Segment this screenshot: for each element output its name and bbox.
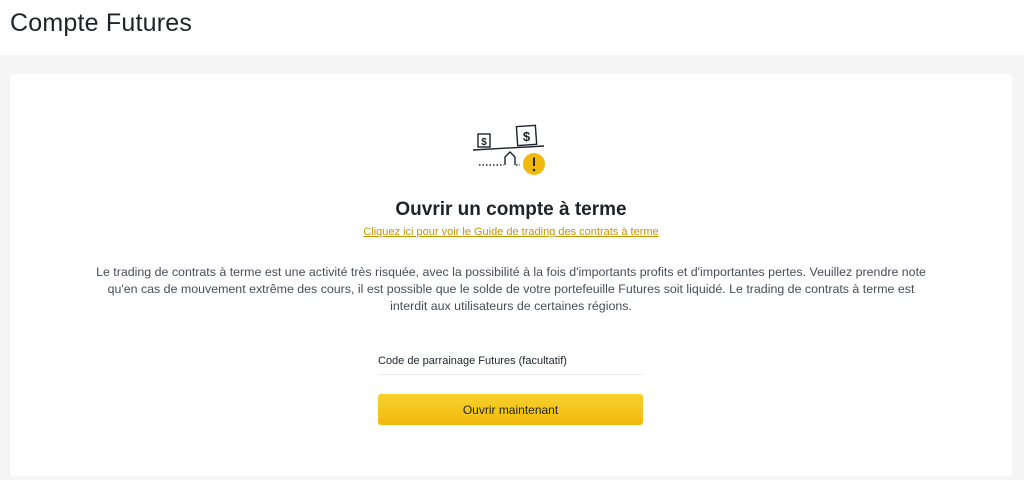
risk-disclaimer: Le trading de contrats à terme est une a… [96, 265, 926, 313]
open-now-button[interactable]: Ouvrir maintenant [378, 394, 643, 425]
open-futures-card: $ $ Ouvrir un compte à terme Cliquez ici… [10, 74, 1012, 476]
trading-guide-link[interactable]: Cliquez ici pour voir le Guide de tradin… [10, 226, 1012, 238]
referral-code-input[interactable] [378, 350, 643, 372]
page-title: Compte Futures [10, 9, 193, 37]
svg-text:$: $ [481, 137, 487, 148]
svg-text:$: $ [523, 129, 531, 144]
balance-scale-warning-icon: $ $ [472, 124, 545, 175]
page-header: Compte Futures [0, 0, 1024, 55]
referral-field [378, 350, 643, 375]
card-title: Ouvrir un compte à terme [395, 199, 627, 220]
